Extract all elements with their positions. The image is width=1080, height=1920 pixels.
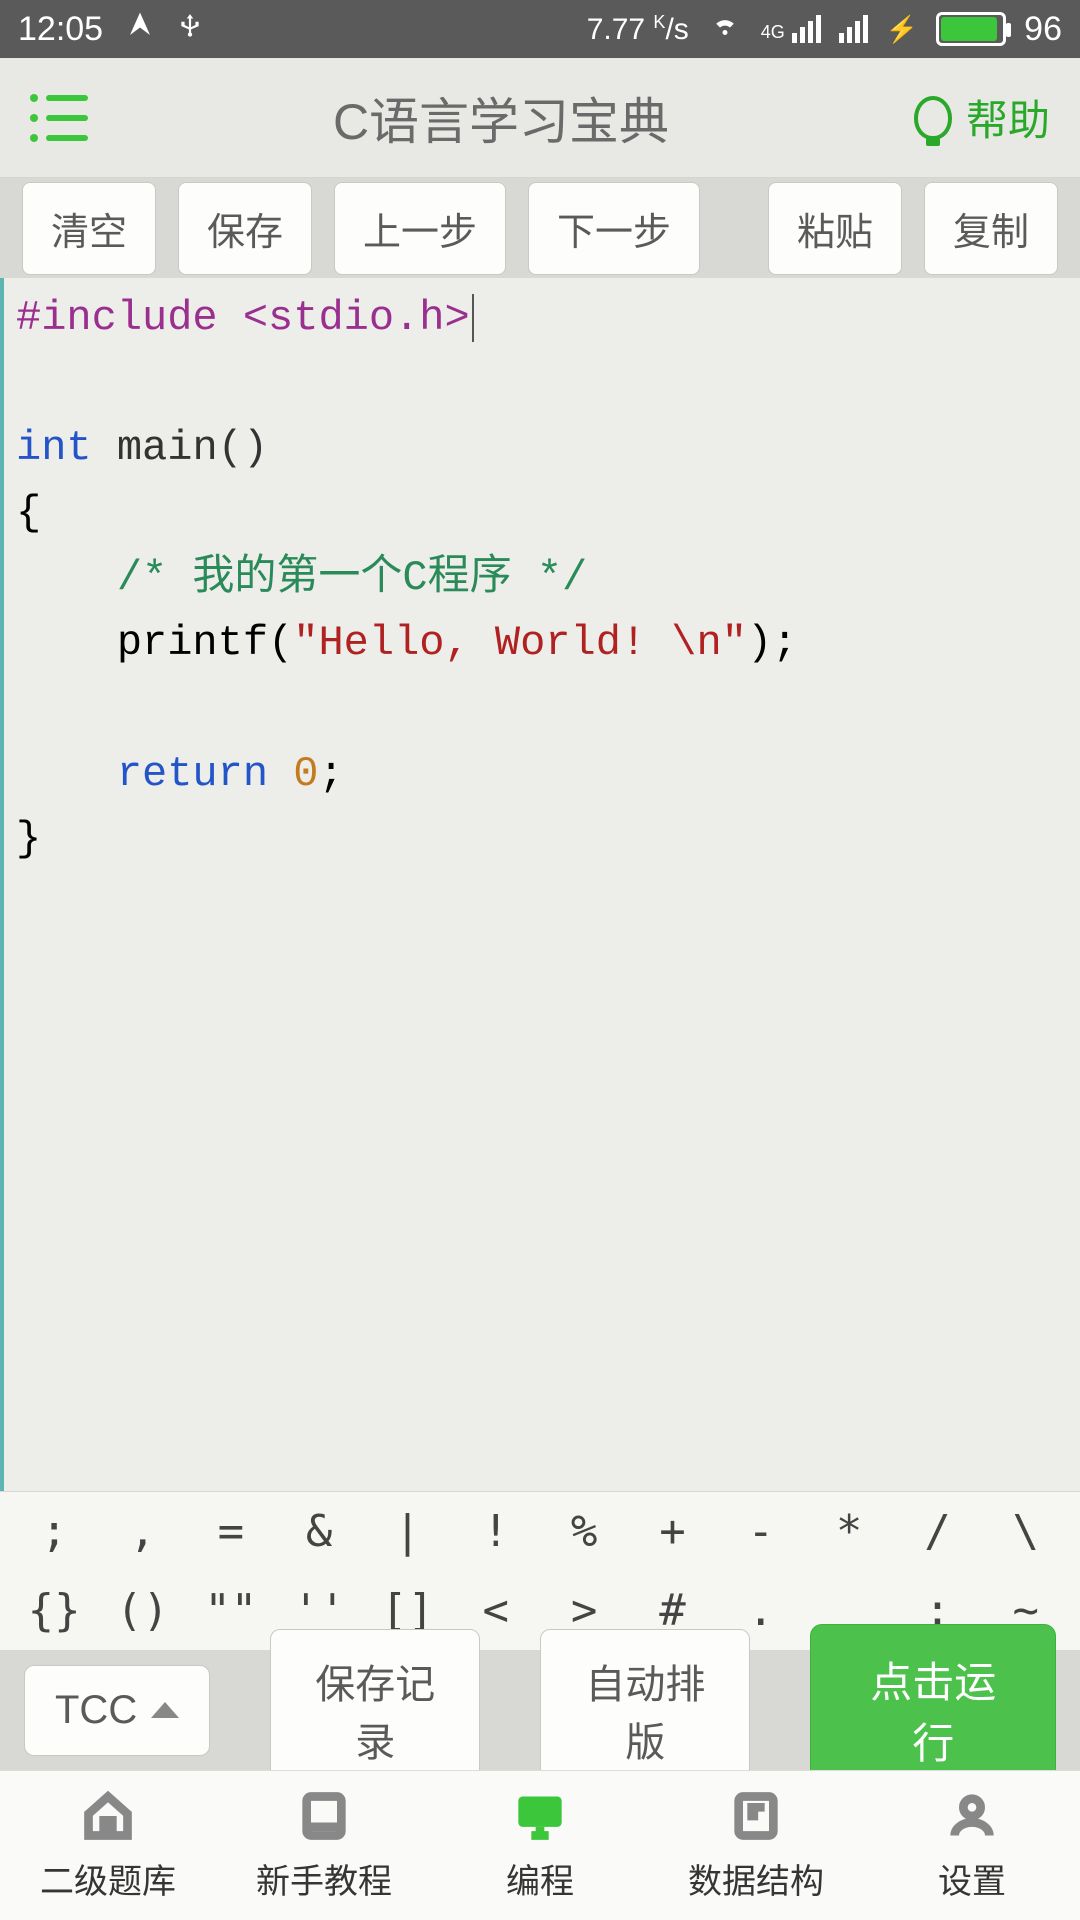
nav-label: 数据结构 (688, 1854, 824, 1903)
nav-item-tutorial[interactable]: 新手教程 (216, 1771, 432, 1920)
menu-icon[interactable] (30, 94, 88, 142)
compiler-label: TCC (55, 1688, 137, 1733)
nav-label: 设置 (938, 1854, 1006, 1903)
action-bar: TCC 保存记录 自动排版 点击运行 (0, 1650, 1080, 1770)
code-token: <stdio.h> (243, 294, 470, 342)
compiler-select[interactable]: TCC (24, 1665, 210, 1756)
app-title: C语言学习宝典 (88, 82, 914, 154)
wifi-icon (707, 10, 743, 49)
charging-icon: ⚡ (886, 14, 918, 45)
code-token: int (16, 424, 92, 472)
symbol-key[interactable]: % (548, 1506, 620, 1557)
copy-button[interactable]: 复制 (924, 182, 1058, 275)
code-editor[interactable]: #include <stdio.h> int main() { /* 我的第一个… (0, 278, 1080, 1491)
symbol-key[interactable]: {} (18, 1585, 90, 1636)
help-label: 帮助 (966, 87, 1050, 148)
bulb-icon (914, 96, 952, 140)
symbol-key[interactable]: ! (460, 1506, 532, 1557)
usb-icon (177, 8, 203, 51)
symbol-key[interactable]: ; (18, 1506, 90, 1557)
symbol-key[interactable]: & (283, 1506, 355, 1557)
symbol-row-1: ; , = & | ! % + - * / \ (0, 1492, 1080, 1571)
code-token: main() (92, 424, 268, 472)
battery-level: 96 (1024, 10, 1062, 49)
redo-button[interactable]: 下一步 (528, 182, 700, 275)
paste-button[interactable]: 粘贴 (768, 182, 902, 275)
symbol-key[interactable]: / (901, 1506, 973, 1557)
app-header: C语言学习宝典 帮助 (0, 58, 1080, 178)
text-cursor (472, 294, 474, 342)
symbol-key[interactable]: * (813, 1506, 885, 1557)
network-speed: 7.77 K/s (587, 12, 689, 47)
nav-label: 新手教程 (256, 1854, 392, 1903)
document-icon (726, 1788, 786, 1844)
symbol-key[interactable]: () (106, 1585, 178, 1636)
bottom-nav: 二级题库 新手教程 编程 数据结构 设置 (0, 1770, 1080, 1920)
code-token: return (16, 750, 293, 798)
symbol-key[interactable]: - (725, 1506, 797, 1557)
code-token: 0 (293, 750, 318, 798)
undo-button[interactable]: 上一步 (334, 182, 506, 275)
symbol-key[interactable]: , (106, 1506, 178, 1557)
nav-label: 编程 (506, 1854, 574, 1903)
nav-item-settings[interactable]: 设置 (864, 1771, 1080, 1920)
code-token: printf( (16, 619, 293, 667)
clear-button[interactable]: 清空 (22, 182, 156, 275)
signal-icon (839, 15, 868, 43)
chevron-up-icon (151, 1702, 179, 1718)
status-time: 12:05 (18, 10, 103, 49)
signal-4g-icon: 4G (761, 15, 821, 43)
symbol-key[interactable]: "" (195, 1585, 267, 1636)
code-token: "Hello, World! \n" (293, 619, 747, 667)
code-token: /* 我的第一个C程序 */ (16, 554, 587, 602)
nav-label: 二级题库 (40, 1854, 176, 1903)
nav-item-coding[interactable]: 编程 (432, 1771, 648, 1920)
save-button[interactable]: 保存 (178, 182, 312, 275)
symbol-key[interactable]: \ (990, 1506, 1062, 1557)
code-token: { (16, 489, 41, 537)
status-bar: 12:05 7.77 K/s 4G ⚡ 96 (0, 0, 1080, 58)
symbol-key[interactable]: = (195, 1506, 267, 1557)
help-button[interactable]: 帮助 (914, 87, 1050, 148)
share-icon (125, 10, 155, 49)
save-record-button[interactable]: 保存记录 (270, 1629, 480, 1791)
code-token: #include (16, 294, 243, 342)
symbol-key[interactable]: | (371, 1506, 443, 1557)
home-icon (78, 1788, 138, 1844)
monitor-icon (510, 1788, 570, 1844)
symbol-key[interactable]: + (636, 1506, 708, 1557)
battery-icon (936, 12, 1006, 46)
nav-item-data-structure[interactable]: 数据结构 (648, 1771, 864, 1920)
code-token: ); (747, 619, 797, 667)
book-icon (294, 1788, 354, 1844)
nav-item-question-bank[interactable]: 二级题库 (0, 1771, 216, 1920)
code-token: ; (318, 750, 343, 798)
code-token: } (16, 815, 41, 863)
toolbar: 清空 保存 上一步 下一步 粘贴 复制 (0, 178, 1080, 278)
person-icon (942, 1788, 1002, 1844)
auto-format-button[interactable]: 自动排版 (540, 1629, 750, 1791)
